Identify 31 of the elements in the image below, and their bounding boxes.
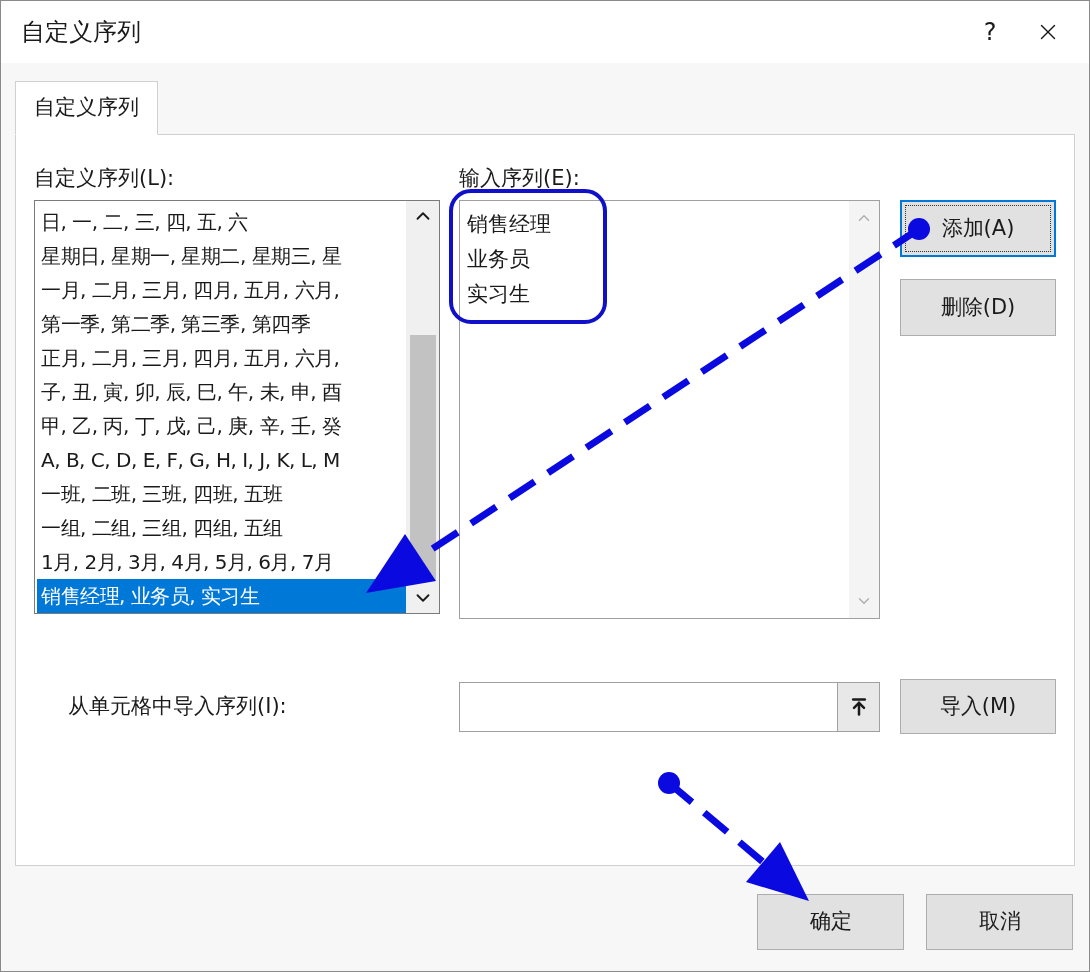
list-item[interactable]: 一月, 二月, 三月, 四月, 五月, 六月,: [37, 273, 340, 307]
list-item[interactable]: 正月, 二月, 三月, 四月, 五月, 六月,: [37, 341, 340, 375]
import-label: 从单元格中导入序列(I):: [68, 692, 288, 720]
list-entries-field[interactable]: 销售经理 业务员 实习生: [459, 200, 880, 619]
import-button[interactable]: 导入(M): [900, 679, 1056, 734]
list-item[interactable]: 子, 丑, 寅, 卯, 辰, 巳, 午, 未, 申, 酉: [37, 375, 342, 409]
list-item[interactable]: 销售经理, 业务员, 实习生: [37, 579, 406, 613]
list-item[interactable]: 日, 一, 二, 三, 四, 五, 六: [37, 205, 248, 239]
entry-line: 业务员: [467, 246, 530, 273]
list-item[interactable]: 1月, 2月, 3月, 4月, 5月, 6月, 7月: [37, 545, 334, 579]
scrollbar[interactable]: [406, 201, 439, 613]
side-button[interactable]: 删除(D): [900, 279, 1056, 336]
list-item[interactable]: 一班, 二班, 三班, 四班, 五班: [37, 477, 283, 511]
entry-line: 实习生: [467, 281, 530, 308]
side-button[interactable]: 添加(A): [900, 200, 1056, 257]
list-item[interactable]: A, B, C, D, E, F, G, H, I, J, K, L, M: [37, 443, 340, 477]
help-button[interactable]: ?: [965, 12, 1015, 52]
dialog-button[interactable]: 取消: [926, 894, 1073, 950]
dialog-button[interactable]: 确定: [757, 894, 904, 950]
import-range-field[interactable]: [459, 681, 880, 732]
list-item[interactable]: 一组, 二组, 三组, 四组, 五组: [37, 511, 283, 545]
collapse-dialog-button[interactable]: [837, 682, 879, 731]
window-title: 自定义序列: [21, 17, 141, 48]
list-entries-label: 输入序列(E):: [459, 165, 581, 192]
list-item[interactable]: 第一季, 第二季, 第三季, 第四季: [37, 307, 311, 341]
custom-lists-label: 自定义序列(L):: [34, 165, 176, 192]
scrollbar-thumb[interactable]: [409, 334, 436, 580]
list-item[interactable]: 星期日, 星期一, 星期二, 星期三, 星: [37, 239, 342, 273]
list-item[interactable]: 甲, 乙, 丙, 丁, 戊, 己, 庚, 辛, 壬, 癸: [37, 409, 342, 443]
entry-line: 销售经理: [467, 211, 551, 238]
tab[interactable]: 自定义序列: [15, 81, 158, 135]
